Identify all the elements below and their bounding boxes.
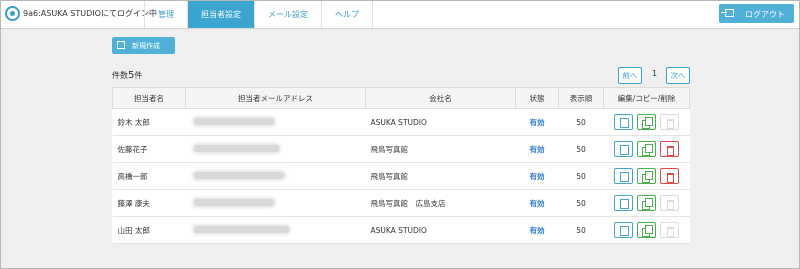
current-page: 1 xyxy=(652,69,658,78)
nav-item-mail-settings[interactable]: メール設定 xyxy=(254,1,321,28)
col-header-company: 会社名 xyxy=(365,87,516,109)
logout-icon xyxy=(721,9,734,17)
redacted-email xyxy=(193,117,274,125)
app-frame: 9a6:ASUKA STUDIOにてログイン中 管理 担当者設定 メール設定 ヘ… xyxy=(0,0,800,269)
row-actions xyxy=(603,135,690,163)
col-header-status: 状態 xyxy=(515,87,559,109)
col-header-actions: 編集/コピー/削除 xyxy=(603,87,690,109)
staff-name: 鈴木 太郎 xyxy=(112,108,186,136)
count-suffix: 件 xyxy=(134,71,143,80)
prev-page-button[interactable]: 前へ xyxy=(618,67,642,84)
redacted-email xyxy=(193,171,284,179)
staff-name: 高橋一郎 xyxy=(112,162,186,190)
logout-button[interactable]: ログアウト xyxy=(719,4,794,23)
staff-name: 佐藤花子 xyxy=(112,135,186,163)
delete-icon[interactable] xyxy=(660,141,679,157)
table-row: 鈴木 太郎 ASUKA STUDIO 有効 50 xyxy=(112,108,690,136)
new-button-label: 新規作成 xyxy=(132,42,160,50)
display-order: 50 xyxy=(558,135,604,163)
logo-icon xyxy=(5,6,20,21)
edit-icon[interactable] xyxy=(614,141,633,157)
staff-email-redacted xyxy=(185,189,366,217)
delete-icon xyxy=(660,195,679,211)
table-row: 山田 太郎 ASUKA STUDIO 有効 50 xyxy=(112,216,690,244)
company-name: 飛鳥写真館 xyxy=(365,135,516,163)
company-name: ASUKA STUDIO xyxy=(365,216,516,244)
copy-icon[interactable] xyxy=(637,141,656,157)
status-link[interactable]: 有効 xyxy=(515,162,559,190)
nav-item-admin[interactable]: 管理 xyxy=(144,1,187,28)
status-link[interactable]: 有効 xyxy=(515,108,559,136)
staff-email-redacted xyxy=(185,216,366,244)
table-header-row: 担当者名 担当者メールアドレス 会社名 状態 表示順 編集/コピー/削除 xyxy=(112,87,690,109)
row-actions xyxy=(603,162,690,190)
col-header-name: 担当者名 xyxy=(112,87,186,109)
edit-icon xyxy=(117,41,125,49)
delete-icon xyxy=(660,222,679,238)
company-name: 飛鳥写真館 広島支店 xyxy=(365,189,516,217)
main-nav: 管理 担当者設定 メール設定 ヘルプ xyxy=(144,1,373,28)
copy-icon[interactable] xyxy=(637,195,656,211)
delete-icon[interactable] xyxy=(660,168,679,184)
table-row: 佐藤花子 飛鳥写真館 有効 50 xyxy=(112,135,690,163)
login-status: 9a6:ASUKA STUDIOにてログイン中 xyxy=(23,9,157,18)
edit-icon[interactable] xyxy=(614,195,633,211)
staff-name: 山田 太郎 xyxy=(112,216,186,244)
table-row: 藤澤 康夫 飛鳥写真館 広島支店 有効 50 xyxy=(112,189,690,217)
main-content: 新規作成 件数5件 前へ 1 次へ 担当者名 担当者メールアドレス 会社名 状態… xyxy=(1,29,799,268)
col-header-email: 担当者メールアドレス xyxy=(185,87,366,109)
redacted-email xyxy=(193,225,289,233)
staff-name: 藤澤 康夫 xyxy=(112,189,186,217)
company-name: ASUKA STUDIO xyxy=(365,108,516,136)
table-row: 高橋一郎 飛鳥写真館 有効 50 xyxy=(112,162,690,190)
staff-table: 担当者名 担当者メールアドレス 会社名 状態 表示順 編集/コピー/削除 鈴木 … xyxy=(112,87,690,244)
redacted-email xyxy=(193,144,279,152)
next-page-button[interactable]: 次へ xyxy=(666,67,690,84)
status-link[interactable]: 有効 xyxy=(515,189,559,217)
copy-icon[interactable] xyxy=(637,114,656,130)
nav-item-help[interactable]: ヘルプ xyxy=(321,1,373,28)
record-count: 件数5件 xyxy=(112,70,142,81)
company-name: 飛鳥写真館 xyxy=(365,162,516,190)
status-link[interactable]: 有効 xyxy=(515,135,559,163)
new-button[interactable]: 新規作成 xyxy=(112,37,175,54)
row-actions xyxy=(603,216,690,244)
edit-icon[interactable] xyxy=(614,114,633,130)
nav-item-staff-settings[interactable]: 担当者設定 xyxy=(187,1,254,28)
copy-icon[interactable] xyxy=(637,168,656,184)
redacted-email xyxy=(193,198,274,206)
display-order: 50 xyxy=(558,108,604,136)
staff-email-redacted xyxy=(185,135,366,163)
row-actions xyxy=(603,108,690,136)
copy-icon[interactable] xyxy=(637,222,656,238)
staff-email-redacted xyxy=(185,162,366,190)
display-order: 50 xyxy=(558,189,604,217)
count-prefix: 件数 xyxy=(112,71,128,80)
row-actions xyxy=(603,189,690,217)
display-order: 50 xyxy=(558,216,604,244)
edit-icon[interactable] xyxy=(614,168,633,184)
logout-label: ログアウト xyxy=(745,10,785,19)
delete-icon xyxy=(660,114,679,130)
display-order: 50 xyxy=(558,162,604,190)
edit-icon[interactable] xyxy=(614,222,633,238)
top-bar: 9a6:ASUKA STUDIOにてログイン中 管理 担当者設定 メール設定 ヘ… xyxy=(1,1,799,29)
col-header-order: 表示順 xyxy=(558,87,604,109)
staff-email-redacted xyxy=(185,108,366,136)
status-link[interactable]: 有効 xyxy=(515,216,559,244)
